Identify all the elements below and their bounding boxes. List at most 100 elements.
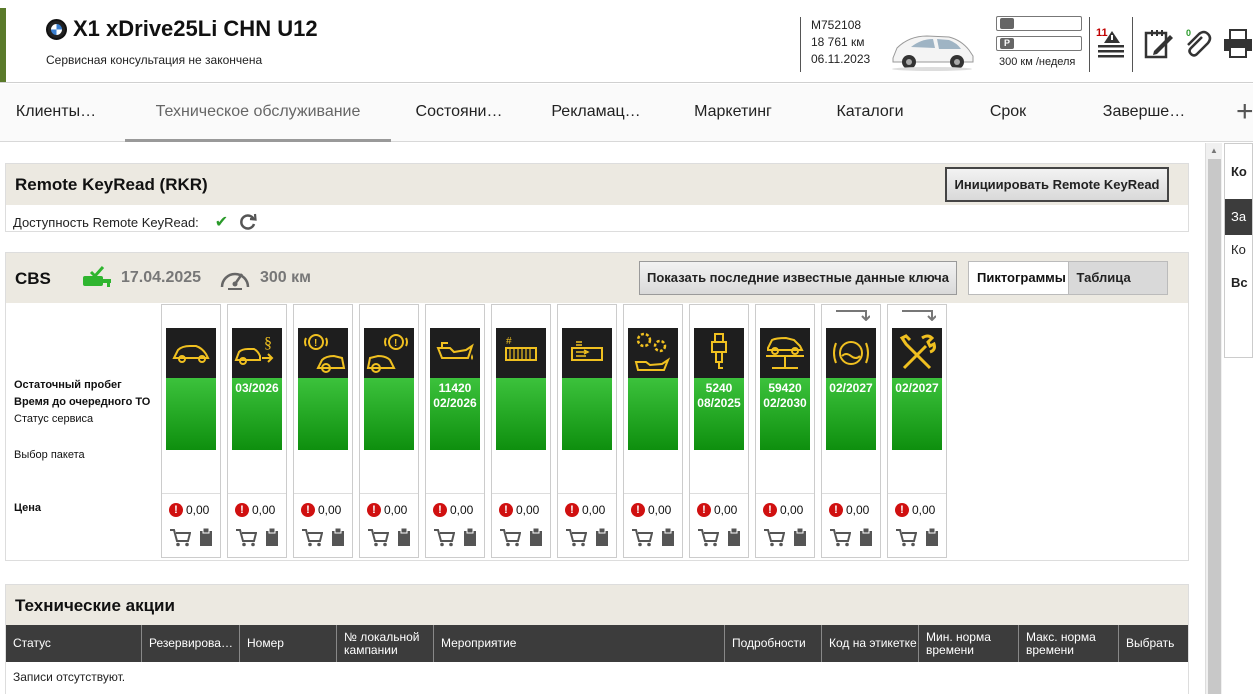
cbs-card-divider [756,493,814,494]
cbs-price: ! 0,00 [499,503,539,517]
package-icon[interactable] [595,527,609,547]
cbs-price: ! 0,00 [895,503,935,517]
package-icon[interactable] [265,527,279,547]
cart-icon[interactable] [367,527,389,547]
col-local-campaign[interactable]: № локальной кампании [337,625,434,662]
cbs-due-date: 02/2026 [433,396,477,410]
cbs-price: ! 0,00 [301,503,341,517]
col-measure[interactable]: Мероприятие [434,625,725,662]
package-icon[interactable] [397,527,411,547]
package-icon[interactable] [199,527,213,547]
cbs-service-card[interactable]: § 03/2026! 0,00 [227,304,287,558]
car-inspection-legal-icon: § [234,335,274,365]
task-list-icon[interactable] [1094,27,1126,59]
package-icon[interactable] [727,527,741,547]
cbs-service-card[interactable]: 11420 02/2026! 0,00 [425,304,485,558]
tab-marketing[interactable]: Маркетинг [677,84,789,142]
cbs-status-bar: 03/2026 [232,378,282,450]
tab-catalogs[interactable]: Каталоги [814,84,926,142]
vehicle-mileage: 18 761 км [811,35,865,49]
fuel-sensor-bar: P [996,36,1082,51]
cbs-card-body [628,328,678,450]
col-select[interactable]: Выбрать [1119,625,1188,662]
cbs-due-date: 03/2026 [235,381,279,395]
col-min-time[interactable]: Мин. норма времени [919,625,1019,662]
tab-completion[interactable]: Заверше… [1088,84,1200,142]
scrollbar-thumb[interactable] [1208,159,1221,694]
cart-icon[interactable] [763,527,785,547]
package-icon[interactable] [463,527,477,547]
package-icon[interactable] [331,527,345,547]
cbs-status-bar: 02/2027 [826,378,876,450]
col-max-time[interactable]: Макс. норма времени [1019,625,1119,662]
svg-text:!: ! [314,338,317,349]
cbs-remaining-km: 5240 [705,381,733,395]
cbs-service-card[interactable]: 5240 08/2025! 0,00 [689,304,749,558]
attachment-icon[interactable]: 0 [1180,27,1212,59]
cbs-actions [829,527,873,547]
col-status[interactable]: Статус [6,625,142,662]
cbs-price-value: 0,00 [252,503,276,517]
tab-clients[interactable]: Клиенты… [0,84,112,142]
cbs-service-card[interactable]: ! 0,00 [161,304,221,558]
cbs-service-card[interactable]: 59420 02/2030! 0,00 [755,304,815,558]
cart-icon[interactable] [697,527,719,547]
cart-icon[interactable] [301,527,323,547]
view-table-button[interactable]: Таблица [1067,262,1167,294]
cbs-price-value: 0,00 [780,503,804,517]
cart-icon[interactable] [895,527,917,547]
key-check-icon [83,266,111,287]
print-icon[interactable] [1222,27,1253,59]
warning-icon: ! [565,503,579,517]
refresh-icon[interactable] [238,212,258,232]
add-tab-button[interactable]: + [1236,97,1253,127]
main-content: Remote KeyRead (RKR) Инициировать Remote… [0,143,1205,694]
tab-deadline[interactable]: Срок [952,84,1064,142]
cbs-price: ! 0,00 [433,503,473,517]
cart-icon[interactable] [499,527,521,547]
cbs-card-divider [294,493,352,494]
cart-icon[interactable] [829,527,851,547]
cbs-due-date: 02/2027 [829,381,873,395]
package-icon[interactable] [793,527,807,547]
package-icon[interactable] [859,527,873,547]
cbs-actions [565,527,609,547]
cart-icon[interactable] [433,527,455,547]
tab-maintenance[interactable]: Техническое обслуживание [125,84,391,142]
cbs-service-card[interactable]: 02/2027 ! 0,00 [821,304,881,558]
warning-icon: ! [631,503,645,517]
show-key-data-button[interactable]: Показать последние известные данные ключ… [639,261,957,295]
package-icon[interactable] [529,527,543,547]
cbs-service-card[interactable]: ! ! 0,00 [293,304,353,558]
package-icon[interactable] [925,527,939,547]
header-divider [1089,17,1090,72]
edit-notes-icon[interactable] [1142,27,1174,59]
cart-icon[interactable] [235,527,257,547]
scroll-up-icon[interactable]: ▲ [1210,146,1218,155]
side-panel-header-row: За [1225,199,1252,235]
cart-icon[interactable] [631,527,653,547]
init-remote-keyread-button[interactable]: Инициировать Remote KeyRead [945,167,1169,202]
cbs-price: ! 0,00 [829,503,869,517]
vertical-scrollbar[interactable]: ▲ [1205,143,1222,694]
package-icon[interactable] [661,527,675,547]
col-number[interactable]: Номер [240,625,337,662]
col-details[interactable]: Подробности [725,625,822,662]
col-label-code[interactable]: Код на этикетке [822,625,919,662]
cart-icon[interactable] [169,527,191,547]
cbs-status-bar [562,378,612,450]
cbs-service-card[interactable]: ! 0,00 [623,304,683,558]
cart-icon[interactable] [565,527,587,547]
cbs-price: ! 0,00 [367,503,407,517]
cbs-service-card[interactable]: #! 0,00 [491,304,551,558]
cbs-service-card[interactable]: !! 0,00 [359,304,419,558]
cbs-price-value: 0,00 [516,503,540,517]
cbs-card-divider [228,493,286,494]
cbs-service-card[interactable]: 02/2027! 0,00 [887,304,947,558]
view-pictograms-button[interactable]: Пиктограммы [969,262,1068,294]
tab-condition[interactable]: Состояни… [403,84,515,142]
cbs-service-card[interactable]: ! 0,00 [557,304,617,558]
vehicle-sensors: P 300 км /неделя [996,16,1086,68]
col-reservation[interactable]: Резервирова… [142,625,240,662]
tab-complaints[interactable]: Рекламац… [540,84,652,142]
